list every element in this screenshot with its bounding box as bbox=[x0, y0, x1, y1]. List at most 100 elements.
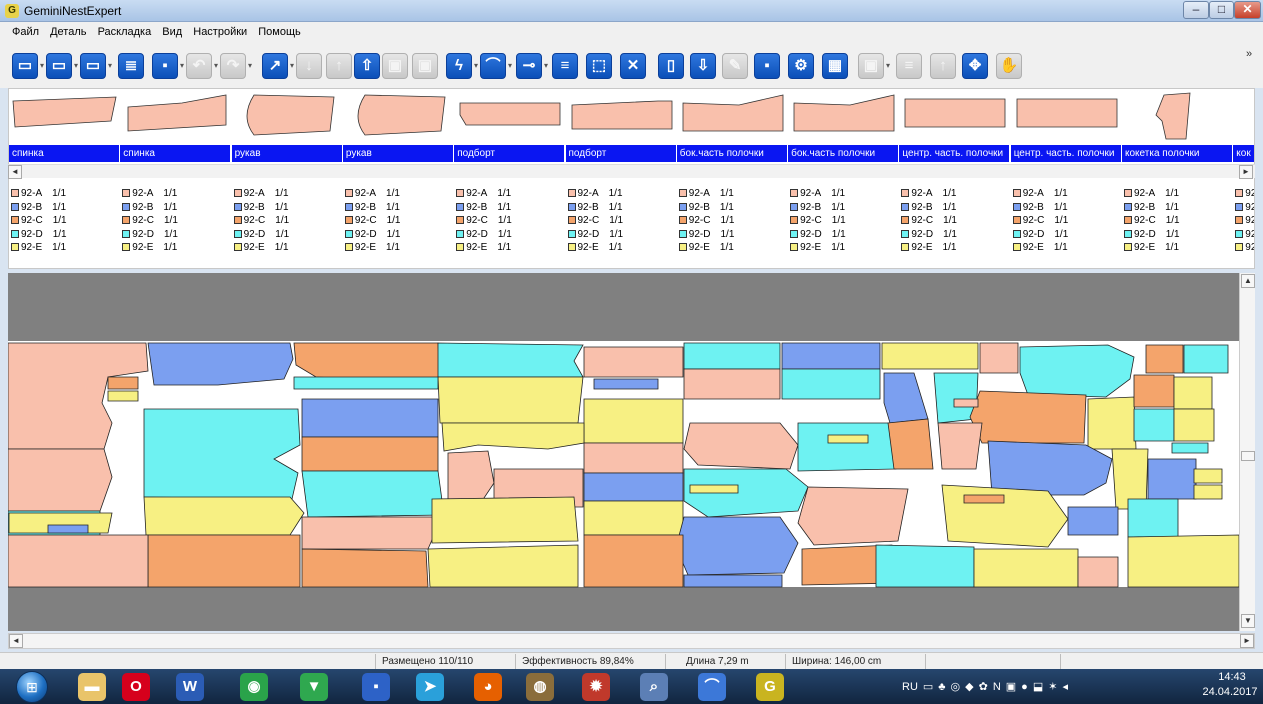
marker-piece[interactable] bbox=[301, 516, 443, 550]
marker-piece[interactable] bbox=[683, 342, 781, 370]
piece-lock-button[interactable]: ▣ bbox=[412, 53, 438, 79]
tray-icon[interactable]: ◎ bbox=[951, 681, 961, 693]
marker-piece[interactable] bbox=[583, 534, 684, 588]
marker-piece[interactable] bbox=[143, 408, 301, 500]
arrow-button[interactable]: ↗ bbox=[262, 53, 288, 79]
move-button[interactable]: ✥ bbox=[962, 53, 988, 79]
vertical-scrollbar[interactable]: ▲ ▼ bbox=[1239, 273, 1255, 631]
scroll-down-arrow[interactable]: ▼ bbox=[1241, 614, 1255, 628]
marker-piece[interactable] bbox=[1133, 408, 1175, 442]
marker-piece[interactable] bbox=[887, 418, 934, 470]
marker-piece[interactable] bbox=[583, 398, 684, 444]
wrench-button[interactable]: ⚙ bbox=[788, 53, 814, 79]
piece-card[interactable]: бок.часть полочки 92-A 1/1 92-B 1/1 92-C 1/1 92… bbox=[676, 89, 788, 268]
dropdown-arrow-icon[interactable]: ▾ bbox=[886, 62, 892, 70]
marker-piece[interactable] bbox=[1193, 468, 1223, 484]
marker-piece[interactable] bbox=[441, 422, 585, 452]
gemini-taskbar-button[interactable]: G bbox=[756, 673, 784, 701]
app-globe-taskbar-button[interactable]: ◍ bbox=[526, 673, 554, 701]
toolbar-overflow-button[interactable]: » bbox=[1246, 48, 1252, 60]
app-triangle-taskbar-button[interactable]: ▼ bbox=[300, 673, 328, 701]
piece-card[interactable]: центр. часть. полочки 92-A 1/1 92-B 1/1 92-C 1… bbox=[1010, 89, 1122, 268]
menu-settings[interactable]: Настройки bbox=[189, 22, 251, 42]
grab-button[interactable]: ✋ bbox=[996, 53, 1022, 79]
align-button[interactable]: ≡ bbox=[552, 53, 578, 79]
marker-piece[interactable] bbox=[1133, 374, 1175, 408]
marker-piece[interactable] bbox=[979, 342, 1019, 374]
language-indicator[interactable]: RU bbox=[902, 681, 918, 693]
open-folder-button[interactable]: ▭ bbox=[46, 53, 72, 79]
marker-piece[interactable] bbox=[781, 368, 881, 400]
piece-up-button[interactable]: ⇧ bbox=[354, 53, 380, 79]
tray-icon[interactable]: ⬓ bbox=[1033, 681, 1043, 693]
marker-piece[interactable] bbox=[1171, 442, 1209, 454]
save-button[interactable]: ▪ bbox=[152, 53, 178, 79]
marker-piece[interactable] bbox=[881, 342, 979, 370]
piece-card[interactable]: кок 92-A1/192-B1/192-C1/192-D1/192-E1/1 bbox=[1233, 89, 1254, 268]
tray-icon[interactable]: ◂ bbox=[1062, 681, 1068, 693]
app-curve-taskbar-button[interactable]: ⌒ bbox=[698, 673, 726, 701]
marker-piece[interactable] bbox=[143, 496, 305, 536]
piece-list-button[interactable]: ≡ bbox=[896, 53, 922, 79]
piece-card[interactable]: бок.часть полочки 92-A 1/1 92-B 1/1 92-C 1/1 92… bbox=[788, 89, 900, 268]
curve-button[interactable]: ⌒ bbox=[480, 53, 506, 79]
marker-piece[interactable] bbox=[583, 472, 684, 502]
marker-piece[interactable] bbox=[683, 368, 781, 400]
horizontal-scrollbar[interactable]: ◄ ► bbox=[8, 633, 1255, 649]
marker-piece[interactable] bbox=[431, 496, 579, 544]
maximize-button[interactable]: □ bbox=[1209, 1, 1234, 19]
menu-help[interactable]: Помощь bbox=[254, 22, 305, 42]
piece-card[interactable]: центр. часть. полочки 92-A 1/1 92-B 1/1 92-C 1… bbox=[899, 89, 1011, 268]
marker-piece[interactable] bbox=[941, 484, 1069, 548]
marker-piece[interactable] bbox=[683, 422, 799, 470]
scroll-thumb[interactable] bbox=[1241, 451, 1255, 461]
telegram-taskbar-button[interactable]: ➤ bbox=[416, 673, 444, 701]
dropdown-arrow-icon[interactable]: ▾ bbox=[248, 62, 254, 70]
dropdown-arrow-icon[interactable]: ▾ bbox=[108, 62, 114, 70]
tray-icon[interactable]: ♣ bbox=[938, 681, 945, 693]
tray-icon[interactable]: ◆ bbox=[965, 681, 973, 693]
marker-piece[interactable] bbox=[827, 434, 869, 444]
scroll-left-arrow[interactable]: ◄ bbox=[8, 165, 22, 179]
scroll-up-arrow[interactable]: ▲ bbox=[1241, 274, 1255, 288]
firefox-taskbar-button[interactable]: ◕ bbox=[474, 673, 502, 701]
marker-piece[interactable] bbox=[593, 378, 659, 390]
app-fire-taskbar-button[interactable]: ✹ bbox=[582, 673, 610, 701]
minimize-button[interactable]: – bbox=[1183, 1, 1209, 19]
opera-taskbar-button[interactable]: O bbox=[122, 673, 150, 701]
floppy-taskbar-button[interactable]: ▪ bbox=[362, 673, 390, 701]
marker-piece[interactable] bbox=[8, 534, 149, 588]
dropdown-arrow-icon[interactable]: ▾ bbox=[544, 62, 550, 70]
tray-icon[interactable]: ✿ bbox=[979, 681, 988, 693]
marker-piece[interactable] bbox=[875, 544, 975, 588]
piece-card[interactable]: рукав 92-A 1/1 92-B 1/1 92-C 1/1 92-D 1/1 92-E 1/1 bbox=[231, 89, 343, 268]
connect-button[interactable]: ⊸ bbox=[516, 53, 542, 79]
marker-piece[interactable] bbox=[987, 440, 1113, 496]
chrome-taskbar-button[interactable]: ◉ bbox=[240, 673, 268, 701]
marker-piece[interactable] bbox=[147, 534, 301, 588]
marker-piece[interactable] bbox=[147, 342, 294, 386]
marker-piece[interactable] bbox=[301, 548, 429, 588]
piece-button[interactable]: ▯ bbox=[658, 53, 684, 79]
menu-view[interactable]: Вид bbox=[158, 22, 186, 42]
marker-piece[interactable] bbox=[583, 442, 684, 474]
save-button[interactable]: ▪ bbox=[754, 53, 780, 79]
piece-card[interactable]: рукав 92-A 1/1 92-B 1/1 92-C 1/1 92-D 1/1 92-E 1/1 bbox=[342, 89, 454, 268]
marker-piece[interactable] bbox=[1145, 344, 1184, 374]
piece-card[interactable]: спинка 92-A 1/1 92-B 1/1 92-C 1/1 92-D 1/1 92-E 1/… bbox=[120, 89, 232, 268]
marker-piece[interactable] bbox=[1173, 408, 1215, 442]
piece-copy-button[interactable]: ▣ bbox=[858, 53, 884, 79]
marker-piece[interactable] bbox=[8, 448, 113, 512]
menu-file[interactable]: Файл bbox=[8, 22, 43, 42]
scroll-left-arrow[interactable]: ◄ bbox=[9, 634, 23, 648]
marker-piece[interactable] bbox=[963, 494, 1005, 504]
file-explorer-taskbar-button[interactable]: ▬ bbox=[78, 673, 106, 701]
tray-icon[interactable]: N bbox=[993, 681, 1001, 693]
piece-card[interactable]: подборт 92-A 1/1 92-B 1/1 92-C 1/1 92-D 1/1 92-E 1… bbox=[565, 89, 677, 268]
marker-piece[interactable] bbox=[675, 516, 799, 576]
redo-button[interactable]: ↷ bbox=[220, 53, 246, 79]
piece-card[interactable]: подборт 92-A 1/1 92-B 1/1 92-C 1/1 92-D 1/1 92-E 1… bbox=[454, 89, 566, 268]
piece-up-button[interactable]: ↑ bbox=[930, 53, 956, 79]
tray-icon[interactable]: ✶ bbox=[1048, 681, 1057, 693]
marker-piece[interactable] bbox=[301, 436, 439, 472]
